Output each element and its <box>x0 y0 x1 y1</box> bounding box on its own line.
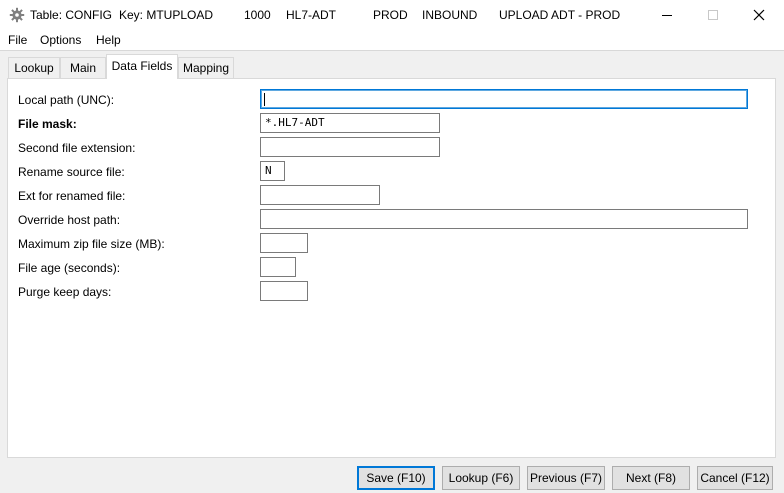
second-extension-input[interactable] <box>260 137 440 157</box>
save-button[interactable]: Save (F10) <box>357 466 435 490</box>
title-bar: Table: CONFIG Key: MTUPLOAD 1000 HL7-ADT… <box>0 0 784 30</box>
maximize-icon <box>708 10 718 20</box>
renamed-ext-label: Ext for renamed file: <box>18 189 126 203</box>
purge-keep-days-label: Purge keep days: <box>18 285 112 299</box>
max-zip-size-label: Maximum zip file size (MB): <box>18 237 165 251</box>
window-title-number: 1000 <box>244 8 271 22</box>
client-divider <box>0 50 784 51</box>
renamed-ext-input[interactable] <box>260 185 380 205</box>
data-fields-panel <box>7 78 776 458</box>
local-path-input[interactable] <box>260 89 748 109</box>
file-age-input[interactable] <box>260 257 296 277</box>
window-title-table: Table: CONFIG <box>30 8 113 22</box>
file-age-label: File age (seconds): <box>18 261 121 275</box>
maximize-button[interactable] <box>690 0 736 30</box>
menu-help[interactable]: Help <box>96 33 121 47</box>
window-title-type: HL7-ADT <box>286 8 337 22</box>
menu-file[interactable]: File <box>8 33 27 47</box>
close-button[interactable] <box>736 0 782 30</box>
max-zip-size-input[interactable] <box>260 233 308 253</box>
tab-mapping[interactable]: Mapping <box>178 57 234 78</box>
second-extension-label: Second file extension: <box>18 141 136 155</box>
override-host-path-label: Override host path: <box>18 213 121 227</box>
file-mask-input[interactable]: *.HL7-ADT <box>260 113 440 133</box>
minimize-button[interactable] <box>644 0 690 30</box>
rename-source-input[interactable]: N <box>260 161 285 181</box>
close-icon <box>753 9 765 21</box>
text-caret <box>264 93 265 106</box>
rename-source-label: Rename source file: <box>18 165 125 179</box>
window-title-env: PROD <box>373 8 408 22</box>
window-title-direction: INBOUND <box>422 8 478 22</box>
next-button[interactable]: Next (F8) <box>612 466 690 490</box>
override-host-path-input[interactable] <box>260 209 748 229</box>
local-path-label: Local path (UNC): <box>18 93 115 107</box>
cancel-button[interactable]: Cancel (F12) <box>697 466 773 490</box>
window-title-key: Key: MTUPLOAD <box>119 8 214 22</box>
tab-main[interactable]: Main <box>60 57 106 78</box>
menu-options[interactable]: Options <box>40 33 81 47</box>
previous-button[interactable]: Previous (F7) <box>527 466 605 490</box>
window-title-description: UPLOAD ADT - PROD <box>499 8 621 22</box>
gear-icon <box>9 7 25 23</box>
minimize-icon <box>662 15 672 16</box>
tab-lookup[interactable]: Lookup <box>8 57 60 78</box>
tab-data-fields[interactable]: Data Fields <box>106 54 178 79</box>
file-mask-label: File mask: <box>18 117 77 131</box>
menu-bar: File Options Help <box>0 30 784 50</box>
lookup-button[interactable]: Lookup (F6) <box>442 466 520 490</box>
purge-keep-days-input[interactable] <box>260 281 308 301</box>
